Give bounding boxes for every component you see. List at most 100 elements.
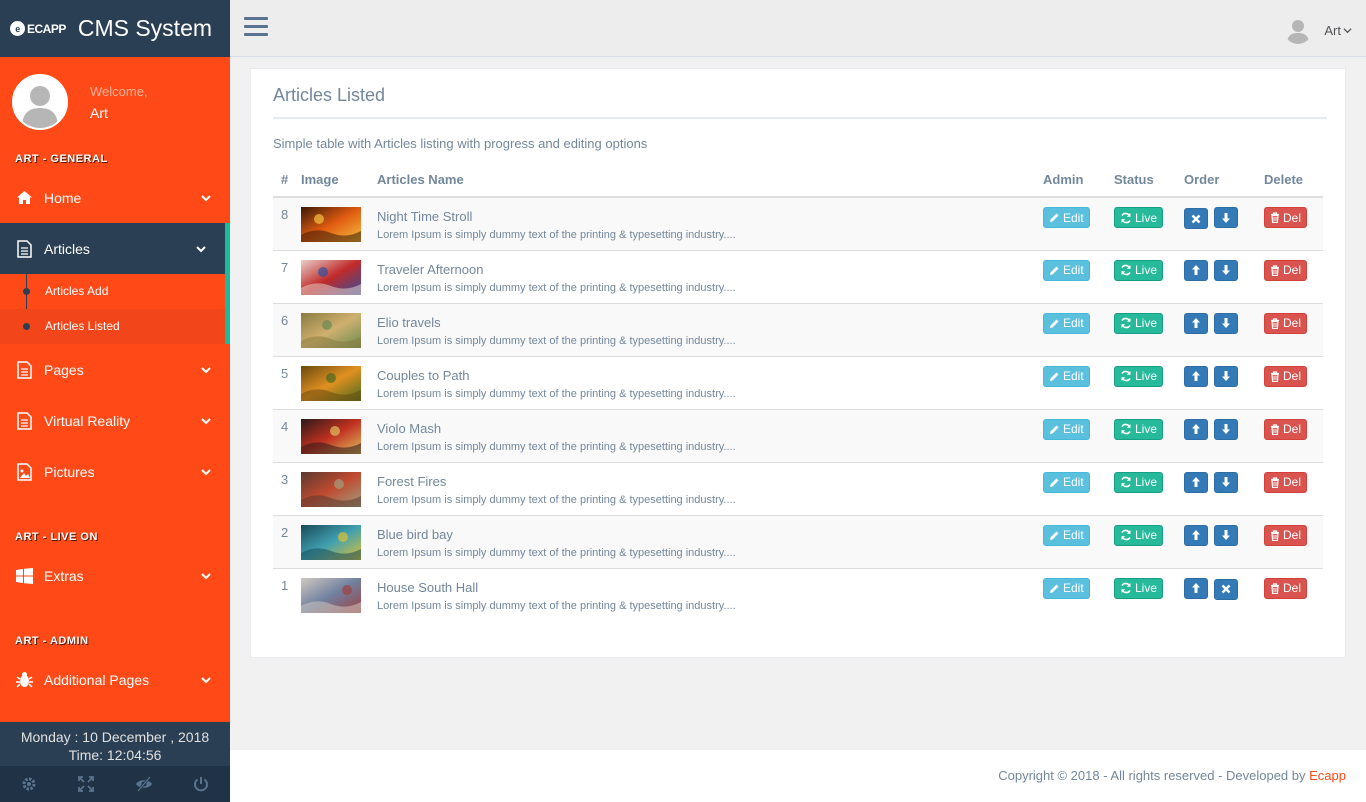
trash-icon: [1271, 370, 1279, 382]
fullscreen-button[interactable]: [58, 766, 116, 802]
user-menu[interactable]: Art: [1284, 16, 1352, 44]
copyright-text: Copyright © 2018 - All rights reserved -…: [998, 768, 1310, 783]
sidebar-subitem-articles-listed[interactable]: Articles Listed: [0, 309, 225, 344]
pencil-icon: [1050, 531, 1059, 540]
article-title[interactable]: Elio travels: [377, 315, 1043, 330]
order-down-button[interactable]: [1214, 524, 1238, 546]
article-thumbnail[interactable]: [301, 207, 361, 242]
order-down-button[interactable]: [1214, 418, 1238, 440]
sidebar-item-articles[interactable]: Articles: [0, 223, 230, 274]
chevron-down-icon: [201, 572, 211, 579]
order-up-button[interactable]: [1184, 471, 1208, 493]
edit-button[interactable]: Edit: [1043, 207, 1090, 228]
article-title[interactable]: House South Hall: [377, 580, 1043, 595]
articles-table: # Image Articles Name Admin Status Order…: [273, 163, 1323, 621]
refresh-icon: [1121, 264, 1131, 276]
header-order: Order: [1184, 163, 1264, 198]
article-thumbnail[interactable]: [301, 577, 361, 613]
brand-logo: e ECAPP: [10, 21, 66, 36]
order-up-button[interactable]: [1184, 577, 1208, 599]
table-row: 1 House South Hall Lorem Ipsum is simply d…: [273, 567, 1323, 621]
delete-button[interactable]: Del: [1264, 365, 1308, 387]
order-down-button[interactable]: [1214, 207, 1238, 228]
page-footer: Copyright © 2018 - All rights reserved -…: [230, 750, 1366, 802]
article-thumbnail[interactable]: [301, 365, 361, 401]
delete-button[interactable]: Del: [1264, 259, 1308, 281]
top-nav: Art: [230, 0, 1366, 57]
sidebar-footer: Monday : 10 December , 2018 Time: 12:04:…: [0, 722, 230, 802]
live-button[interactable]: Live: [1114, 259, 1164, 281]
order-close-button[interactable]: [1184, 208, 1208, 229]
article-title[interactable]: Violo Mash: [377, 421, 1043, 436]
section-title-general: ART - GENERAL: [15, 153, 108, 165]
arrow-up-icon: [1192, 583, 1200, 593]
live-button[interactable]: Live: [1114, 577, 1164, 599]
edit-button[interactable]: Edit: [1043, 524, 1090, 546]
live-button[interactable]: Live: [1114, 312, 1164, 334]
developer-link[interactable]: Ecapp: [1309, 768, 1346, 783]
arrow-up-icon: [1192, 424, 1200, 434]
order-up-button[interactable]: [1184, 365, 1208, 387]
article-thumbnail[interactable]: [301, 471, 361, 507]
sidebar-item-pages[interactable]: Pages: [0, 344, 230, 395]
delete-button[interactable]: Del: [1264, 312, 1308, 334]
settings-button[interactable]: [0, 766, 58, 802]
delete-button[interactable]: Del: [1264, 207, 1308, 228]
edit-button[interactable]: Edit: [1043, 259, 1090, 281]
menu-toggle-button[interactable]: [244, 17, 268, 39]
article-title[interactable]: Traveler Afternoon: [377, 262, 1043, 277]
order-up-button[interactable]: [1184, 524, 1208, 546]
arrow-up-icon: [1192, 318, 1200, 328]
article-title[interactable]: Couples to Path: [377, 368, 1043, 383]
brand-title: CMS System: [77, 15, 213, 41]
order-down-button[interactable]: [1214, 365, 1238, 387]
edit-button[interactable]: Edit: [1043, 365, 1090, 387]
sidebar-item-virtual-reality[interactable]: Virtual Reality: [0, 395, 230, 446]
arrow-up-icon: [1192, 477, 1200, 487]
sidebar-item-extras[interactable]: Extras: [0, 550, 230, 601]
live-button[interactable]: Live: [1114, 207, 1164, 228]
table-row: 8 Night Time Stroll Lorem Ipsum is simply …: [273, 196, 1323, 250]
edit-button[interactable]: Edit: [1043, 418, 1090, 440]
article-thumbnail[interactable]: [301, 259, 361, 295]
order-close-button[interactable]: [1214, 578, 1238, 600]
sidebar-item-pictures[interactable]: Pictures: [0, 446, 230, 497]
delete-button[interactable]: Del: [1264, 471, 1308, 493]
row-number: 5: [273, 355, 301, 409]
delete-button[interactable]: Del: [1264, 418, 1308, 440]
delete-button[interactable]: Del: [1264, 524, 1308, 546]
brand[interactable]: e ECAPP CMS System: [0, 0, 230, 57]
edit-button[interactable]: Edit: [1043, 577, 1090, 599]
live-button[interactable]: Live: [1114, 365, 1164, 387]
gear-icon: [22, 777, 36, 791]
article-thumbnail[interactable]: [301, 524, 361, 560]
edit-button[interactable]: Edit: [1043, 312, 1090, 334]
article-title[interactable]: Blue bird bay: [377, 527, 1043, 542]
order-up-button[interactable]: [1184, 418, 1208, 440]
live-button[interactable]: Live: [1114, 524, 1164, 546]
article-title[interactable]: Night Time Stroll: [377, 209, 1043, 224]
live-button[interactable]: Live: [1114, 471, 1164, 493]
lock-button[interactable]: [115, 766, 173, 802]
order-down-button[interactable]: [1214, 259, 1238, 281]
order-down-button[interactable]: [1214, 471, 1238, 493]
home-icon: [15, 189, 33, 207]
trash-icon: [1271, 529, 1279, 541]
order-up-button[interactable]: [1184, 312, 1208, 334]
article-title[interactable]: Forest Fires: [377, 474, 1043, 489]
edit-button[interactable]: Edit: [1043, 471, 1090, 493]
avatar: [12, 74, 68, 130]
order-up-button[interactable]: [1184, 259, 1208, 281]
order-down-button[interactable]: [1214, 312, 1238, 334]
live-button[interactable]: Live: [1114, 418, 1164, 440]
arrow-down-icon: [1222, 530, 1230, 540]
arrow-up-icon: [1192, 371, 1200, 381]
fullscreen-icon: [78, 776, 95, 792]
logout-button[interactable]: [173, 766, 231, 802]
article-thumbnail[interactable]: [301, 418, 361, 454]
sidebar-item-home[interactable]: Home: [0, 172, 230, 223]
sidebar-subitem-articles-add[interactable]: Articles Add: [0, 274, 225, 309]
sidebar-item-additional-pages[interactable]: Additional Pages: [0, 654, 230, 705]
article-thumbnail[interactable]: [301, 312, 361, 348]
delete-button[interactable]: Del: [1264, 577, 1308, 599]
